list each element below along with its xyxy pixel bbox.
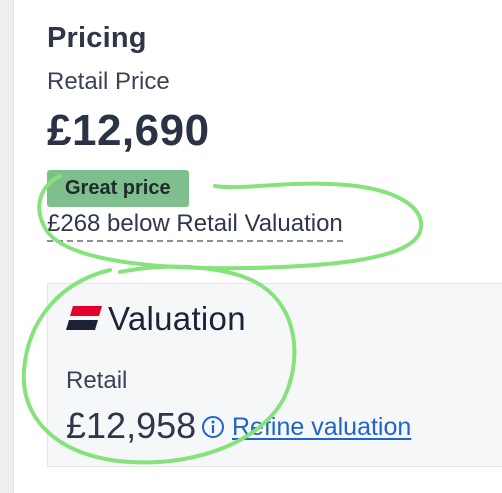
refine-valuation-link[interactable]: Refine valuation <box>232 413 411 442</box>
retail-valuation-value: £12,958 <box>66 405 197 446</box>
section-title: Pricing <box>47 22 147 54</box>
valuation-brand-name: Valuation <box>108 300 246 337</box>
pricing-panel: Pricing Retail Price £12,690 Great price… <box>0 0 502 493</box>
info-circle-icon[interactable] <box>201 415 225 439</box>
valuation-logo: Valuation <box>66 300 246 338</box>
below-valuation-text[interactable]: £268 below Retail Valuation <box>47 210 343 242</box>
retail-price-value: £12,690 <box>47 106 210 155</box>
retail-price-label: Retail Price <box>47 68 170 95</box>
left-edge-strip <box>0 0 14 493</box>
retail-label: Retail <box>66 367 128 394</box>
valuation-brand-icon <box>66 306 102 330</box>
great-price-badge: Great price <box>47 170 189 207</box>
badge-label: Great price <box>65 177 171 199</box>
